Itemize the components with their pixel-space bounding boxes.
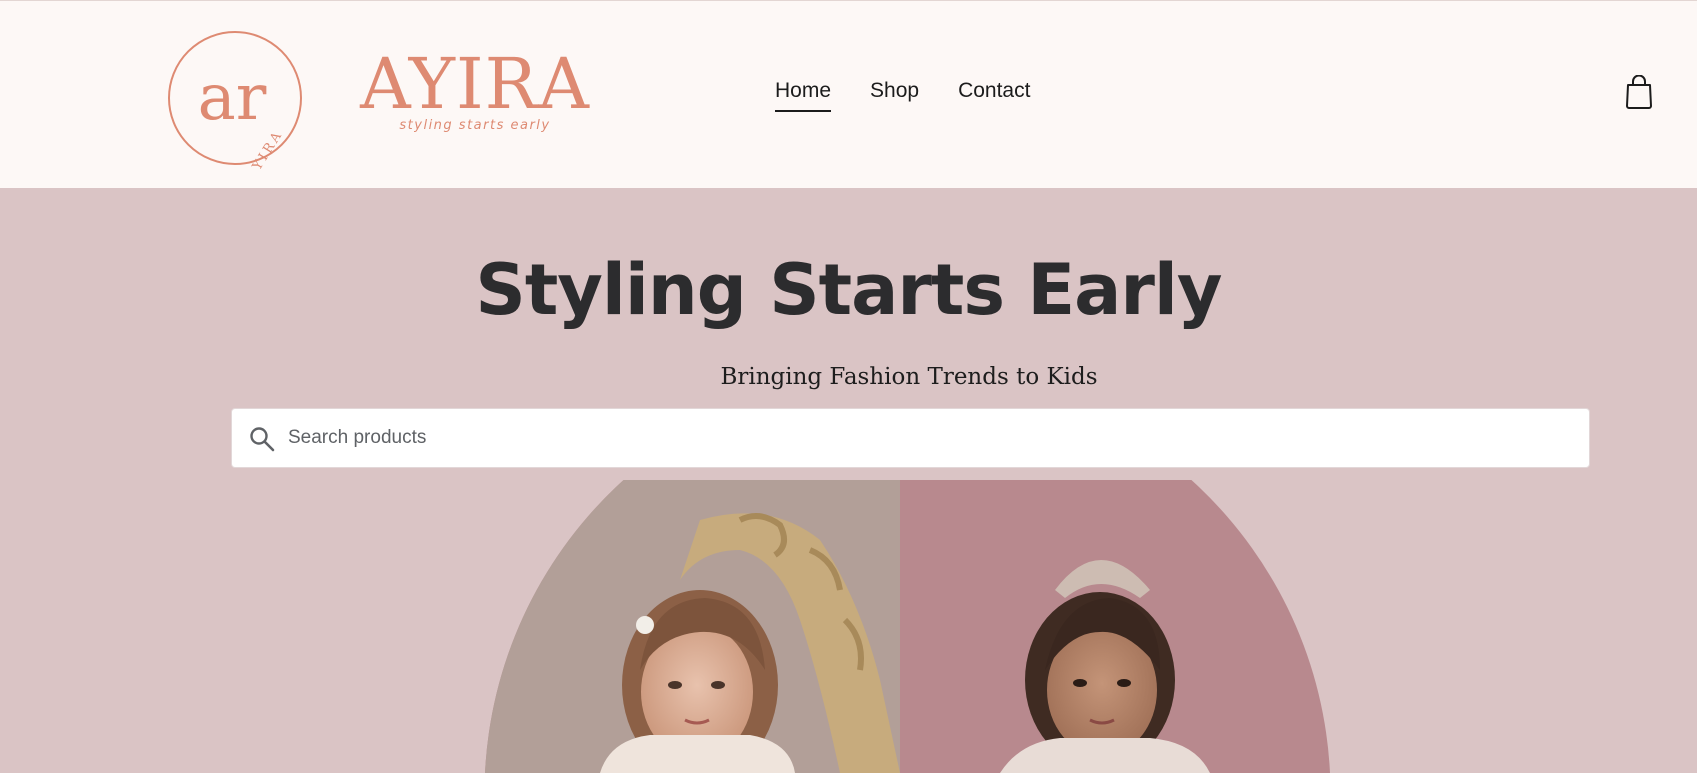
search-icon[interactable] — [248, 425, 276, 453]
brand-name: AYIRA — [360, 43, 590, 125]
search-bar[interactable] — [231, 408, 1590, 468]
hero-title: Styling Starts Early — [475, 249, 1222, 331]
site-header: ar AYIRA AYIRA styling starts early Home… — [0, 0, 1697, 188]
nav-item-shop[interactable]: Shop — [870, 79, 919, 112]
brand-logo-wordmark[interactable]: AYIRA styling starts early — [344, 45, 606, 141]
brand-logo-monogram[interactable]: ar AYIRA — [164, 27, 306, 169]
search-input[interactable] — [286, 409, 1576, 467]
shopping-bag-icon[interactable] — [1625, 75, 1653, 109]
nav-item-home[interactable]: Home — [775, 79, 832, 112]
hero-image — [485, 480, 1330, 773]
hero-subtitle: Bringing Fashion Trends to Kids — [720, 364, 1098, 390]
main-nav: Home Shop Contact — [775, 79, 1030, 112]
nav-item-contact[interactable]: Contact — [958, 79, 1030, 112]
svg-text:ar: ar — [198, 61, 267, 135]
brand-tagline: styling starts early — [399, 118, 551, 133]
